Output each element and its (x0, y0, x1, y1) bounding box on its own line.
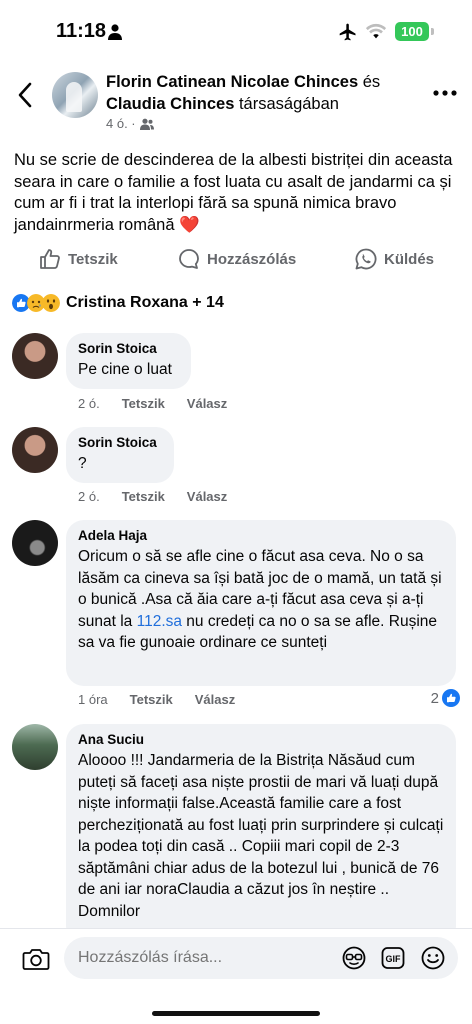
status-bar: 11:18 100 (0, 0, 472, 62)
like-label: Tetszik (68, 250, 118, 268)
comment-reply-button[interactable]: Válasz (195, 692, 235, 707)
comment-time: 2 ó. (78, 396, 100, 411)
comment-time: 2 ó. (78, 489, 100, 504)
comment-label: Hozzászólás (207, 250, 297, 268)
friends-icon (139, 118, 154, 130)
whatsapp-icon (355, 248, 377, 270)
gif-icon[interactable]: GIF (381, 946, 405, 970)
comment-text: ? (78, 455, 87, 472)
comment-meta: 1 óra Tetszik Válasz (78, 692, 235, 707)
post-author-line: Florin Catinean Nicolae Chinces és Claud… (106, 71, 426, 115)
wifi-icon (365, 23, 387, 39)
thumbs-up-icon (40, 249, 60, 269)
author-name-2[interactable]: Claudia Chinces (106, 95, 234, 113)
avatar-sticker-icon[interactable] (341, 945, 367, 971)
battery-tip (431, 28, 434, 35)
camera-icon[interactable] (22, 947, 50, 971)
post-action-bar: Tetszik Hozzászólás Küldés (0, 244, 472, 274)
comment-bubble: Ana Suciu Aloooo !!! Jandarmeria de la B… (66, 724, 456, 944)
comment-bubble: Adela Haja Oricum o să se afle cine o fă… (66, 520, 456, 686)
reactors-names: Cristina Roxana + 14 (66, 294, 224, 311)
comment-like-count[interactable]: 2 (431, 689, 460, 707)
comment-like-button[interactable]: Tetszik (130, 692, 173, 707)
comment-bubble: Sorin Stoica Pe cine o luat (66, 333, 191, 389)
commenter-avatar[interactable] (12, 427, 58, 473)
commenter-avatar[interactable] (12, 333, 58, 379)
like-reaction-icon (442, 689, 460, 707)
poster-avatar[interactable] (52, 72, 98, 118)
more-options-icon[interactable] (432, 88, 458, 98)
comment-author[interactable]: Sorin Stoica (78, 341, 179, 356)
comment-composer: GIF (0, 928, 472, 1024)
comment-text: Pe cine o luat (78, 361, 172, 378)
send-button[interactable]: Küldés (354, 244, 434, 274)
comment-text: Aloooo !!! Jandarmeria de la Bistrița Nă… (78, 752, 444, 920)
wow-reaction-icon (42, 294, 60, 312)
post-time[interactable]: 4 ó. · (106, 116, 136, 131)
comment-author[interactable]: Adela Haja (78, 528, 444, 543)
person-icon (108, 24, 122, 40)
airplane-icon (339, 23, 356, 41)
comment-bubble: Sorin Stoica ? (66, 427, 174, 483)
comment-meta: 2 ó. Tetszik Válasz (78, 489, 227, 504)
comment-author[interactable]: Ana Suciu (78, 732, 444, 747)
author-suffix: társaságában (234, 95, 339, 113)
back-arrow-icon[interactable] (14, 80, 38, 110)
comment-reply-button[interactable]: Válasz (187, 396, 227, 411)
battery-indicator: 100 (395, 22, 429, 41)
author-name-1[interactable]: Florin Catinean Nicolae Chinces (106, 73, 358, 91)
comment-like-button[interactable]: Tetszik (122, 489, 165, 504)
clock: 11:18 (56, 20, 107, 42)
commenter-avatar[interactable] (12, 724, 58, 770)
post-meta: 4 ó. · (106, 116, 154, 131)
post-body: Nu se scrie de descinderea de la albesti… (14, 151, 453, 234)
svg-text:GIF: GIF (386, 954, 402, 964)
send-label: Küldés (384, 250, 435, 268)
comment-reply-button[interactable]: Válasz (187, 489, 227, 504)
comment-meta: 2 ó. Tetszik Válasz (78, 396, 227, 411)
emoji-icon[interactable] (420, 945, 446, 971)
comment-author[interactable]: Sorin Stoica (78, 435, 162, 450)
phone-link[interactable]: 112.sa (137, 613, 182, 630)
home-indicator (152, 1011, 320, 1016)
comment-bubble-icon (179, 249, 199, 269)
comment-text: Oricum o să se afle cine o făcut asa cev… (78, 546, 444, 654)
commenter-avatar[interactable] (12, 520, 58, 566)
like-button[interactable]: Tetszik (38, 244, 118, 274)
comment-button[interactable]: Hozzászólás (177, 244, 296, 274)
author-connector: és (358, 73, 381, 91)
comment-time: 1 óra (78, 692, 108, 707)
comment-like-button[interactable]: Tetszik (122, 396, 165, 411)
reactions-summary[interactable]: Cristina Roxana + 14 (12, 292, 224, 314)
comment-like-number: 2 (430, 689, 439, 707)
